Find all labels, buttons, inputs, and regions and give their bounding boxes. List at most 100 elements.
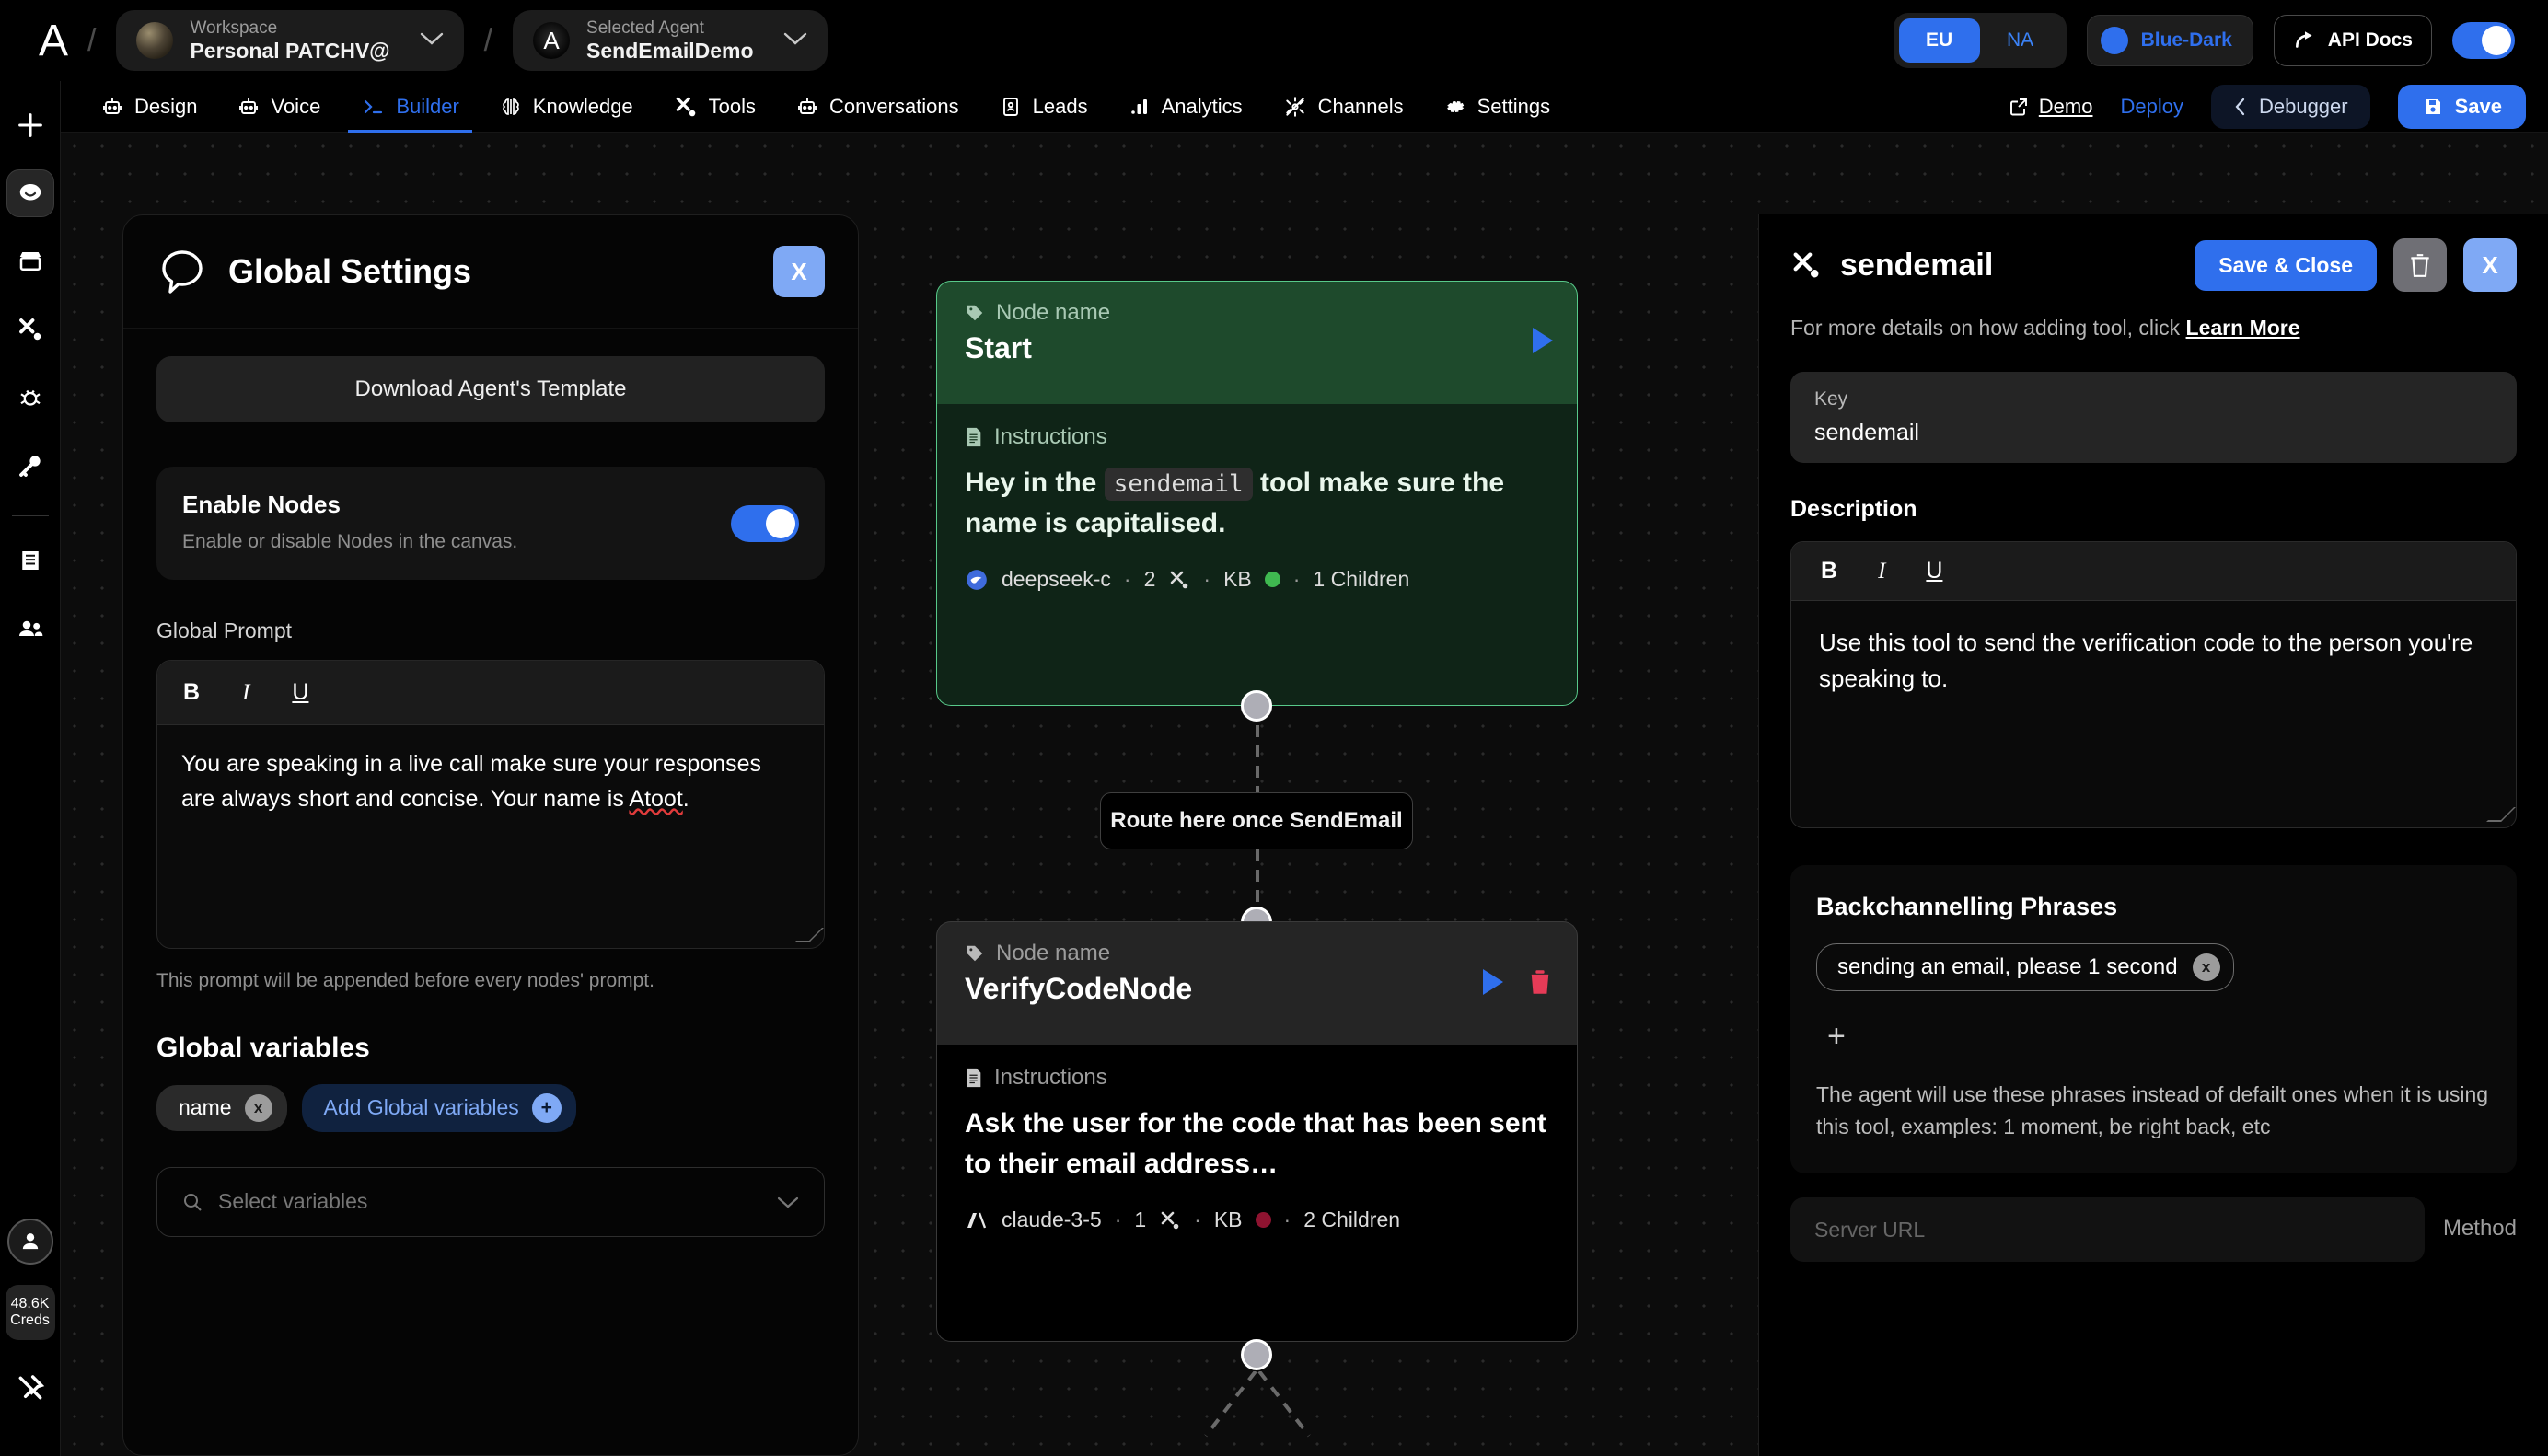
tab-label: Channels (1318, 95, 1404, 119)
meta-separator: · (1293, 567, 1301, 592)
agent-value: SendEmailDemo (586, 39, 754, 63)
tab-channels[interactable]: Channels (1263, 81, 1424, 133)
tools-icon[interactable] (6, 306, 54, 353)
tab-builder[interactable]: Builder (341, 81, 479, 133)
demo-label: Demo (2039, 95, 2093, 119)
deploy-button[interactable]: Deploy (2120, 95, 2183, 119)
save-and-close-button[interactable]: Save & Close (2195, 240, 2377, 291)
enable-nodes-toggle[interactable] (731, 505, 799, 542)
close-icon[interactable]: X (2463, 238, 2517, 292)
tab-leads[interactable]: Leads (979, 81, 1108, 133)
demo-button[interactable]: Demo (2008, 95, 2093, 119)
tool-panel-header: sendemail Save & Close X (1759, 214, 2548, 316)
tab-settings[interactable]: Settings (1424, 81, 1571, 133)
bold-button[interactable]: B (1821, 558, 1837, 584)
agent-selector[interactable]: A Selected Agent SendEmailDemo (513, 10, 828, 71)
resize-grip-icon[interactable] (794, 928, 824, 942)
underline-button[interactable]: U (292, 679, 308, 706)
document-icon (965, 1068, 983, 1088)
add-global-variable-button[interactable]: Add Global variables + (302, 1084, 576, 1132)
delete-icon[interactable] (1527, 968, 1553, 996)
server-url-input[interactable]: Server URL (1790, 1197, 2425, 1262)
tag-icon (965, 303, 985, 323)
tools-icon (674, 95, 698, 119)
node-output-handle[interactable] (1241, 690, 1272, 722)
node-name-label: Node name (996, 941, 1110, 966)
api-docs-button[interactable]: API Docs (2274, 15, 2432, 66)
download-template-button[interactable]: Download Agent's Template (156, 356, 825, 422)
brand-logo[interactable]: A (39, 16, 67, 66)
team-icon[interactable] (6, 605, 54, 653)
backchannelling-card: Backchannelling Phrases sending an email… (1790, 865, 2517, 1173)
tab-bar-actions: Demo Deploy Debugger Save (2008, 85, 2548, 129)
add-phrase-button[interactable]: + (1816, 1019, 2491, 1055)
save-button[interactable]: Save (2398, 85, 2526, 129)
tab-analytics[interactable]: Analytics (1108, 81, 1263, 133)
learn-more-link[interactable]: Learn More (2186, 316, 2300, 340)
backchannelling-note: The agent will use these phrases instead… (1816, 1079, 2491, 1142)
select-variables-input[interactable]: Select variables (156, 1167, 825, 1237)
tab-label: Conversations (829, 95, 959, 119)
edge-label[interactable]: Route here once SendEmail (1100, 792, 1413, 849)
enable-nodes-subtitle: Enable or disable Nodes in the canvas. (182, 528, 550, 556)
region-option-na[interactable]: NA (1980, 18, 2061, 63)
tab-conversations[interactable]: Conversations (776, 81, 979, 133)
node-verify-body[interactable]: Instructions Ask the user for the code t… (936, 1045, 1578, 1342)
tools-icon (1159, 1209, 1181, 1231)
italic-button[interactable]: I (1878, 559, 1885, 584)
theme-selector[interactable]: Blue-Dark (2087, 15, 2253, 66)
bold-button[interactable]: B (183, 679, 200, 706)
node-model: claude-3-5 (1002, 1208, 1102, 1232)
credits-badge[interactable]: 48.6K Creds (6, 1285, 55, 1340)
tab-design[interactable]: Design (81, 81, 217, 133)
light-dark-toggle[interactable] (2452, 22, 2515, 59)
variable-chip[interactable]: name x (156, 1085, 287, 1131)
left-rail: 48.6K Creds (0, 81, 61, 1456)
italic-button[interactable]: I (242, 680, 249, 706)
tab-voice[interactable]: Voice (217, 81, 341, 133)
chevron-down-icon[interactable] (420, 30, 444, 52)
node-start-header[interactable]: Node name Start (936, 281, 1578, 404)
key-label: Key (1814, 388, 2493, 410)
description-editor[interactable]: B I U Use this tool to send the verifica… (1790, 541, 2517, 828)
workspace-selector[interactable]: Workspace Personal PATCHV@ (116, 10, 463, 71)
meta-separator: · (1194, 1208, 1201, 1232)
pin-off-icon[interactable] (6, 1364, 54, 1412)
close-icon[interactable]: X (773, 246, 825, 297)
global-prompt-textarea[interactable]: You are speaking in a live call make sur… (157, 725, 824, 948)
key-value: sendemail (1814, 420, 2493, 446)
backchannelling-chip[interactable]: sending an email, please 1 second x (1816, 943, 2234, 991)
delete-tool-button[interactable] (2393, 238, 2447, 292)
remove-icon[interactable]: x (245, 1094, 272, 1122)
resize-grip-icon[interactable] (2486, 807, 2516, 822)
debugger-button[interactable]: Debugger (2211, 85, 2370, 129)
play-icon[interactable] (1483, 969, 1503, 995)
underline-button[interactable]: U (1926, 558, 1942, 584)
remove-icon[interactable]: x (2193, 953, 2220, 981)
tab-label: Voice (271, 95, 320, 119)
chevron-down-icon[interactable] (783, 30, 807, 52)
avatar[interactable] (7, 1219, 53, 1265)
region-switch[interactable]: EU NA (1894, 13, 2067, 68)
add-icon[interactable] (6, 101, 54, 149)
region-option-eu[interactable]: EU (1899, 18, 1980, 63)
node-verify-header[interactable]: Node name VerifyCodeNode (936, 921, 1578, 1045)
play-icon[interactable] (1533, 328, 1553, 353)
building-icon[interactable] (6, 537, 54, 584)
node-name-label: Node name (996, 300, 1110, 326)
tab-knowledge[interactable]: Knowledge (480, 81, 654, 133)
tab-tools[interactable]: Tools (654, 81, 776, 133)
debug-bug-icon[interactable] (6, 374, 54, 422)
method-label: Method (2443, 1216, 2517, 1262)
external-window-icon (2008, 96, 2030, 118)
global-prompt-editor[interactable]: B I U You are speaking in a live call ma… (156, 660, 825, 949)
key-icon[interactable] (6, 442, 54, 490)
agent-icon[interactable] (6, 169, 54, 217)
key-field[interactable]: Key sendemail (1790, 372, 2517, 463)
description-textarea[interactable]: Use this tool to send the verification c… (1791, 601, 2516, 827)
node-output-handle-2[interactable] (1241, 1339, 1272, 1370)
store-icon[interactable] (6, 237, 54, 285)
brain-icon (500, 96, 522, 118)
node-start-body[interactable]: Instructions Hey in the sendemail tool m… (936, 404, 1578, 706)
chevron-down-icon[interactable] (776, 1195, 800, 1209)
